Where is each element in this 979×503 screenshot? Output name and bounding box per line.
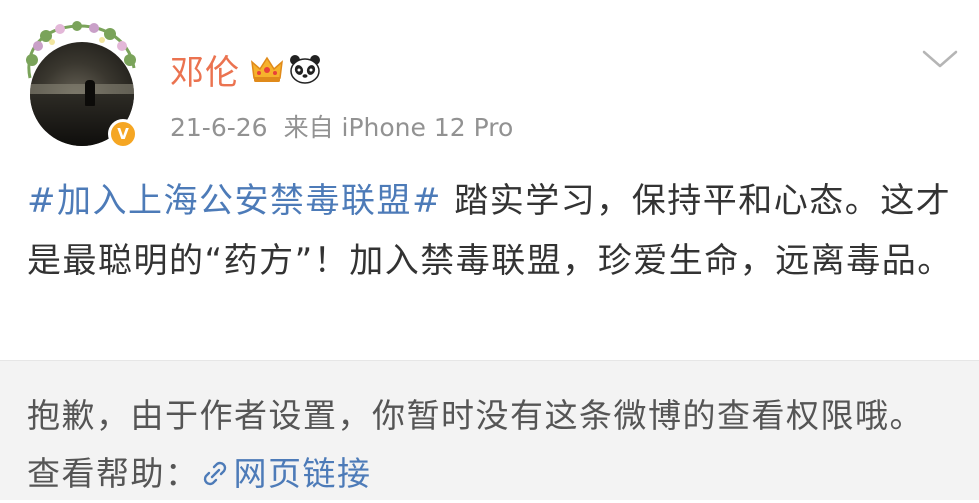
- notice-text: 抱歉，由于作者设置，你暂时没有这条微博的查看权限哦。查看帮助： 网页链接: [27, 387, 957, 503]
- web-link[interactable]: 网页链接: [200, 454, 372, 493]
- crown-icon: [251, 56, 283, 82]
- avatar-horizon: [30, 84, 134, 94]
- avatar-figure: [85, 80, 95, 106]
- web-link-label: 网页链接: [233, 454, 372, 493]
- post-date: 21-6-26: [170, 113, 268, 142]
- avatar[interactable]: V: [22, 20, 138, 149]
- avatar-wreath-icon: [26, 21, 136, 79]
- chevron-down-icon[interactable]: [920, 48, 960, 70]
- link-icon: [203, 461, 226, 486]
- notice-message: 抱歉，由于作者设置，你暂时没有这条微博的查看权限哦。查看帮助：: [27, 396, 924, 493]
- permission-notice: 抱歉，由于作者设置，你暂时没有这条微博的查看权限哦。查看帮助： 网页链接: [0, 360, 979, 500]
- post-meta: 21-6-26 来自 iPhone 12 Pro: [170, 108, 513, 144]
- post-text: #加入上海公安禁毒联盟# 踏实学习，保持平和心态。这才是最聪明的“药方”！加入禁…: [27, 171, 957, 291]
- author-row: 邓伦: [170, 44, 322, 94]
- hashtag-link[interactable]: #加入上海公安禁毒联盟#: [27, 181, 442, 221]
- verified-badge-icon: V: [108, 119, 138, 149]
- username[interactable]: 邓伦: [170, 45, 240, 94]
- post-source: 来自 iPhone 12 Pro: [283, 113, 514, 142]
- panda-icon: [290, 55, 320, 84]
